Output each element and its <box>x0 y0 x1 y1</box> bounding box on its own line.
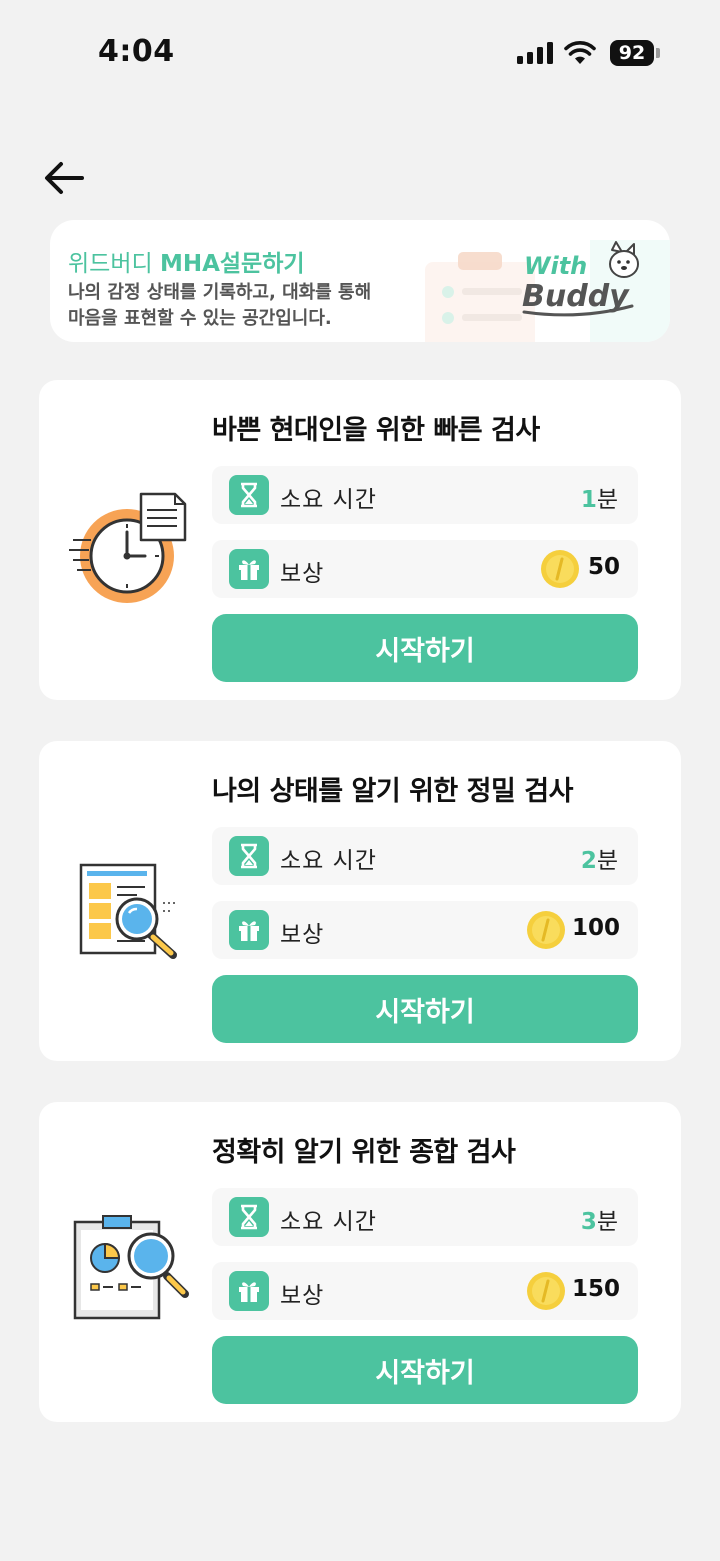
duration-unit: 분 <box>596 487 618 513</box>
card-title: 정확히 알기 위한 종합 검사 <box>212 1137 516 1168</box>
card-title: 바쁜 현대인을 위한 빠른 검사 <box>212 415 540 446</box>
battery-level: 92 <box>610 40 654 66</box>
gift-icon <box>229 910 269 950</box>
status-bar: 4:04 92 <box>0 0 720 100</box>
duration-row: 소요 시간 3분 <box>212 1188 638 1246</box>
coin-icon <box>527 1272 565 1310</box>
card-title: 나의 상태를 알기 위한 정밀 검사 <box>212 776 573 807</box>
cellular-signal-icon <box>517 42 553 64</box>
duration-label: 소요 시간 <box>280 487 377 513</box>
start-button[interactable]: 시작하기 <box>212 1336 638 1404</box>
gift-icon <box>229 1271 269 1311</box>
survey-card-quick: 바쁜 현대인을 위한 빠른 검사 소요 시간 1분 보상 50 시작하기 <box>39 380 681 700</box>
reward-row: 보상 150 <box>212 1262 638 1320</box>
start-button[interactable]: 시작하기 <box>212 975 638 1043</box>
with-buddy-logo: With Buddy <box>522 241 639 317</box>
back-arrow-icon[interactable] <box>40 156 88 200</box>
hourglass-icon <box>229 1197 269 1237</box>
banner-title-bold: MHA설문하기 <box>159 251 305 277</box>
banner-title: 위드버디 MHA설문하기 <box>68 244 305 278</box>
duration-number: 1 <box>580 487 597 513</box>
duration-label: 소요 시간 <box>280 848 377 874</box>
duration-value: 2분 <box>581 841 618 875</box>
banner-title-prefix: 위드버디 <box>68 251 153 277</box>
reward-row: 보상 50 <box>212 540 638 598</box>
duration-row: 소요 시간 2분 <box>212 827 638 885</box>
duration-number: 3 <box>580 1209 597 1235</box>
reward-value: 50 <box>587 554 620 580</box>
battery-indicator: 92 <box>610 40 660 66</box>
duration-unit: 분 <box>596 1209 618 1235</box>
gift-icon <box>229 549 269 589</box>
duration-unit: 분 <box>596 848 618 874</box>
banner-desc-line2: 마음을 표현할 수 있는 공간입니다. <box>68 308 332 329</box>
duration-label: 소요 시간 <box>280 1209 377 1235</box>
banner-description: 나의 감정 상태를 기록하고, 대화를 통해 마음을 표현할 수 있는 공간입니… <box>68 280 371 332</box>
start-button[interactable]: 시작하기 <box>212 614 638 682</box>
survey-card-comprehensive: 정확히 알기 위한 종합 검사 소요 시간 3분 보상 150 시작하기 <box>39 1102 681 1422</box>
hourglass-icon <box>229 836 269 876</box>
duration-row: 소요 시간 1분 <box>212 466 638 524</box>
clock-document-icon <box>69 492 187 603</box>
reward-label: 보상 <box>280 922 325 948</box>
survey-card-detailed: 나의 상태를 알기 위한 정밀 검사 소요 시간 2분 보상 100 시작하기 <box>39 741 681 1061</box>
banner-desc-line1: 나의 감정 상태를 기록하고, 대화를 통해 <box>68 282 372 303</box>
coin-icon <box>541 550 579 588</box>
duration-number: 2 <box>580 848 597 874</box>
reward-label: 보상 <box>280 561 325 587</box>
reward-label: 보상 <box>280 1283 325 1309</box>
report-magnifier-icon <box>79 863 177 959</box>
coin-icon <box>527 911 565 949</box>
logo-text-with: With <box>524 252 587 280</box>
duration-value: 3분 <box>581 1202 618 1236</box>
reward-row: 보상 100 <box>212 901 638 959</box>
reward-value: 150 <box>571 1276 620 1302</box>
wifi-icon <box>564 41 596 64</box>
battery-cap <box>656 48 660 58</box>
hourglass-icon <box>229 475 269 515</box>
reward-value: 100 <box>571 915 620 941</box>
clipboard-chart-magnifier-icon <box>73 1215 189 1320</box>
status-time: 4:04 <box>98 34 175 69</box>
duration-value: 1분 <box>581 480 618 514</box>
mha-survey-banner[interactable]: 위드버디 MHA설문하기 나의 감정 상태를 기록하고, 대화를 통해 마음을 … <box>50 220 670 342</box>
